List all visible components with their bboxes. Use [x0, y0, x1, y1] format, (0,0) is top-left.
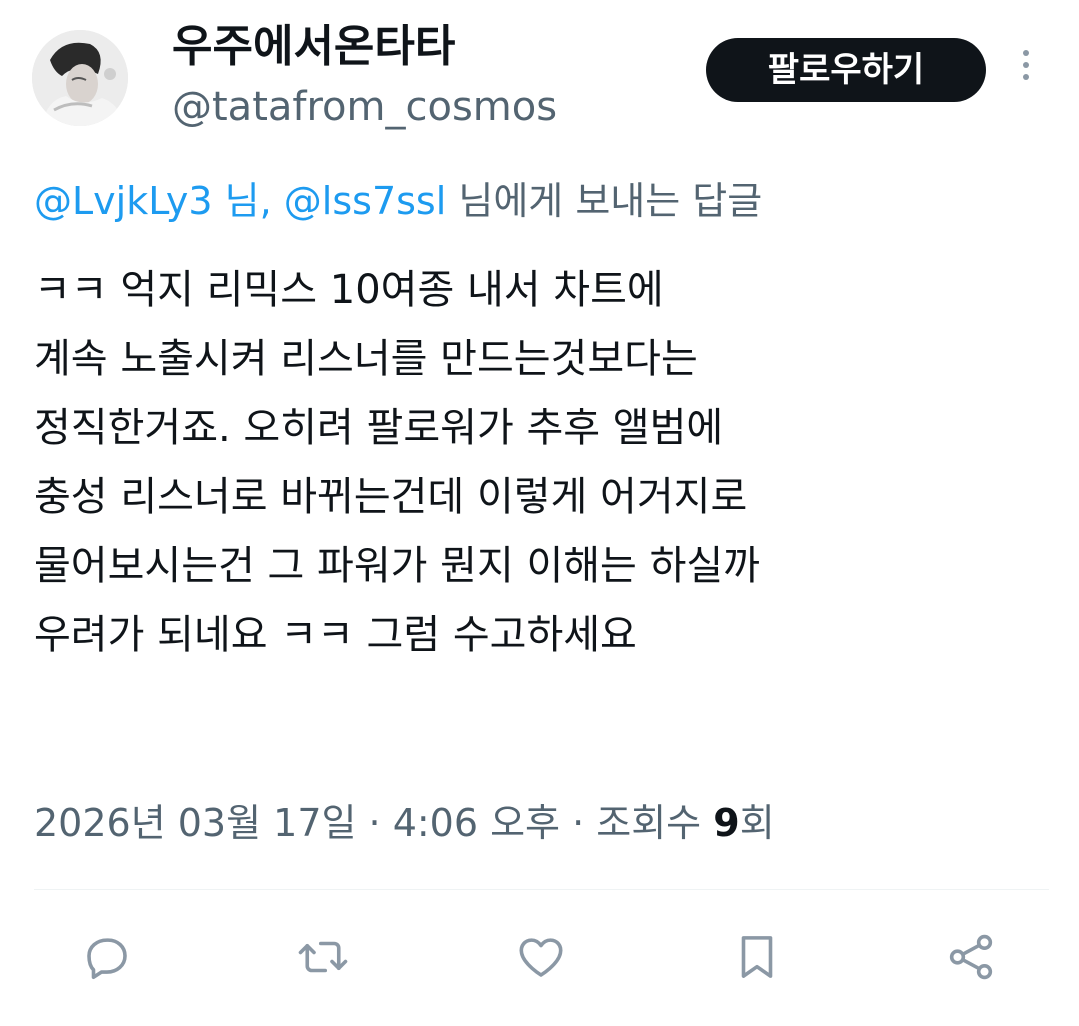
more-options-icon[interactable]: [1012, 50, 1040, 90]
tweet-line: ㅋㅋ 억지 리믹스 10여종 내서 차트에: [34, 267, 664, 313]
views-count: 9: [713, 801, 740, 845]
tweet-line: 물어보시는건 그 파워가 뭔지 이해는 하실까: [34, 543, 760, 589]
views-unit: 회: [739, 801, 775, 845]
reply-context-suffix: 님에게 보내는 답글: [458, 179, 763, 223]
tweet-line: 정직한거죠. 오히려 팔로워가 추후 앨범에: [34, 405, 724, 451]
tweet-timestamp[interactable]: 2026년 03월 17일 · 4:06 오후 · 조회수: [34, 801, 713, 845]
tweet-meta: 2026년 03월 17일 · 4:06 오후 · 조회수 9회: [34, 796, 775, 850]
avatar[interactable]: [32, 30, 128, 126]
bookmark-icon[interactable]: [730, 930, 784, 984]
author-display-name[interactable]: 우주에서온타타: [172, 20, 455, 74]
reply-mention-1[interactable]: @LvjkLy3 님,: [34, 179, 272, 223]
divider: [34, 889, 1049, 890]
tweet-text: ㅋㅋ 억지 리믹스 10여종 내서 차트에 계속 노출시켜 리스너를 만드는것보…: [34, 256, 1054, 670]
tweet-line: 계속 노출시켜 리스너를 만드는것보다는: [34, 336, 698, 382]
like-icon[interactable]: [514, 930, 568, 984]
author-handle[interactable]: @tatafrom_cosmos: [172, 80, 557, 134]
reply-icon[interactable]: [80, 930, 134, 984]
share-icon[interactable]: [944, 930, 998, 984]
reply-context: @LvjkLy3 님, @lss7ssl 님에게 보내는 답글: [34, 174, 762, 228]
reply-mention-2[interactable]: @lss7ssl: [284, 179, 446, 223]
tweet-line: 우려가 되네요 ㅋㅋ 그럼 수고하세요: [34, 612, 637, 658]
retweet-icon[interactable]: [296, 930, 350, 984]
avatar-photo: [32, 30, 128, 126]
tweet-line: 충성 리스너로 바뀌는건데 이렇게 어거지로: [34, 474, 748, 520]
follow-button[interactable]: 팔로우하기: [706, 38, 986, 102]
